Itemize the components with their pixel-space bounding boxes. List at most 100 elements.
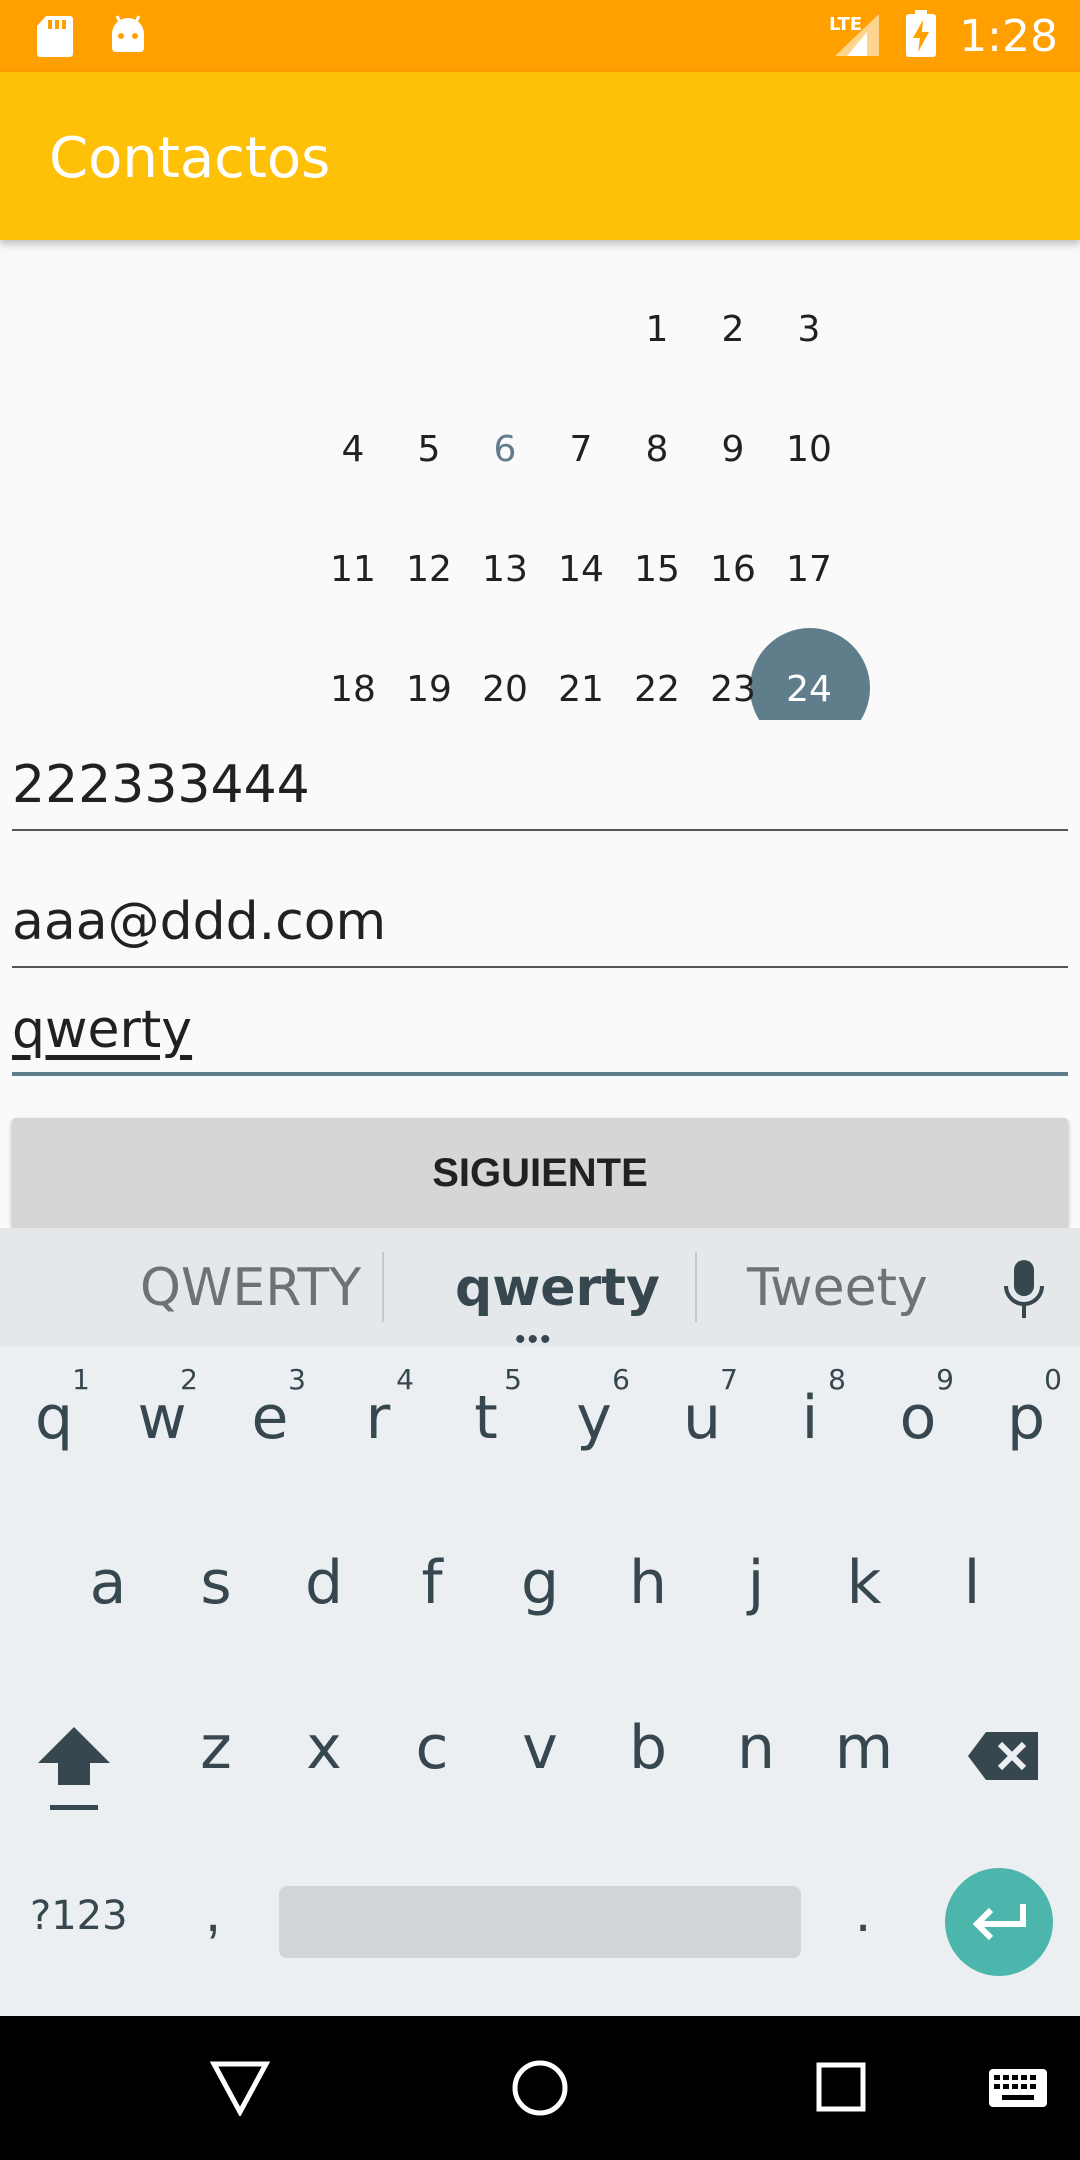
suggestion-divider	[695, 1252, 697, 1322]
calendar-day[interactable]: 5	[391, 428, 467, 472]
key-label: l	[963, 1548, 981, 1618]
calendar-day[interactable]: 9	[695, 428, 771, 472]
calendar-day[interactable]: 16	[695, 548, 771, 592]
key-label: i	[801, 1383, 819, 1453]
key-c[interactable]: c	[378, 1693, 486, 1843]
key-h[interactable]: h	[594, 1528, 702, 1678]
symbols-key[interactable]: ?123	[30, 1893, 128, 1939]
navigation-bar	[0, 2016, 1080, 2160]
calendar-day[interactable]: 20	[467, 668, 543, 712]
enter-key[interactable]	[945, 1868, 1053, 1976]
android-icon	[108, 14, 148, 63]
key-label: u	[682, 1383, 722, 1453]
calendar-day[interactable]: 11	[315, 548, 391, 592]
key-m[interactable]: m	[810, 1693, 918, 1843]
calendar-day[interactable]: 14	[543, 548, 619, 592]
signal-icon: LTE	[827, 10, 883, 63]
key-f[interactable]: f	[378, 1528, 486, 1678]
key-b[interactable]: b	[594, 1693, 702, 1843]
key-z[interactable]: z	[162, 1693, 270, 1843]
key-label: p	[1006, 1383, 1046, 1453]
recents-icon[interactable]	[816, 2062, 866, 2117]
description-field[interactable]: qwerty	[12, 1000, 1068, 1080]
key-n[interactable]: n	[702, 1693, 810, 1843]
key-label: n	[736, 1713, 776, 1783]
calendar-day[interactable]: 18	[315, 668, 391, 712]
key-label: w	[137, 1383, 187, 1453]
calendar-day[interactable]: 4	[315, 428, 391, 472]
calendar-day[interactable]: 7	[543, 428, 619, 472]
calendar-day[interactable]: 15	[619, 548, 695, 592]
key-v[interactable]: v	[486, 1693, 594, 1843]
calendar-day[interactable]: 1	[619, 308, 695, 352]
calendar-day[interactable]: 19	[391, 668, 467, 712]
key-label: x	[306, 1713, 342, 1783]
back-icon[interactable]	[209, 2060, 271, 2121]
key-label: e	[251, 1383, 289, 1453]
calendar-day[interactable]: 6	[467, 428, 543, 472]
key-k[interactable]: k	[810, 1528, 918, 1678]
key-label: j	[747, 1548, 765, 1618]
key-e[interactable]: 3e	[216, 1363, 324, 1513]
calendar-day[interactable]: 23	[695, 668, 771, 712]
key-label: s	[200, 1548, 232, 1618]
calendar-day[interactable]: 3	[771, 308, 847, 352]
key-r[interactable]: 4r	[324, 1363, 432, 1513]
next-button[interactable]: SIGUIENTE	[12, 1118, 1068, 1228]
key-label: v	[522, 1713, 558, 1783]
key-label: g	[520, 1548, 560, 1618]
suggestion-center[interactable]: qwerty	[455, 1258, 660, 1318]
key-j[interactable]: j	[702, 1528, 810, 1678]
calendar-day[interactable]: 13	[467, 548, 543, 592]
shift-key-icon[interactable]	[36, 1723, 112, 1818]
keyboard-switch-icon[interactable]	[988, 2068, 1048, 2113]
phone-field[interactable]: 222333444	[12, 755, 1068, 835]
page-title: Contactos	[49, 126, 331, 191]
key-y[interactable]: 6y	[540, 1363, 648, 1513]
sd-card-icon	[36, 14, 74, 63]
space-bar[interactable]	[279, 1886, 801, 1958]
comma-key[interactable]: ,	[205, 1878, 221, 1945]
home-icon[interactable]	[510, 2058, 570, 2123]
key-label: h	[628, 1548, 668, 1618]
calendar-day[interactable]: 12	[391, 548, 467, 592]
svg-text:LTE: LTE	[829, 14, 862, 35]
key-g[interactable]: g	[486, 1528, 594, 1678]
key-t[interactable]: 5t	[432, 1363, 540, 1513]
key-s[interactable]: s	[162, 1528, 270, 1678]
email-field-underline	[12, 966, 1068, 968]
key-u[interactable]: 7u	[648, 1363, 756, 1513]
suggestion-left[interactable]: QWERTY	[140, 1258, 361, 1318]
calendar-day-selected[interactable]: 24	[771, 668, 847, 712]
key-p[interactable]: 0p	[972, 1363, 1080, 1513]
key-a[interactable]: a	[54, 1528, 162, 1678]
key-d[interactable]: d	[270, 1528, 378, 1678]
status-bar: LTE 1:28	[0, 0, 1080, 72]
calendar-day[interactable]: 21	[543, 668, 619, 712]
email-field[interactable]: aaa@ddd.com	[12, 892, 1068, 972]
battery-charging-icon	[905, 9, 937, 63]
key-label: c	[415, 1713, 449, 1783]
key-q[interactable]: 1q	[0, 1363, 108, 1513]
calendar-day[interactable]: 2	[695, 308, 771, 352]
key-x[interactable]: x	[270, 1693, 378, 1843]
key-i[interactable]: 8i	[756, 1363, 864, 1513]
key-label: d	[304, 1548, 344, 1618]
calendar-day[interactable]: 10	[771, 428, 847, 472]
suggestion-strip: QWERTY qwerty ••• Tweety	[0, 1228, 1080, 1356]
key-label: z	[200, 1713, 232, 1783]
backspace-key-icon[interactable]	[966, 1728, 1042, 1789]
calendar-day[interactable]: 17	[771, 548, 847, 592]
key-label: k	[846, 1548, 882, 1618]
key-label: o	[899, 1383, 937, 1453]
calendar-day[interactable]: 8	[619, 428, 695, 472]
suggestion-right[interactable]: Tweety	[747, 1258, 928, 1318]
calendar-day[interactable]: 22	[619, 668, 695, 712]
key-w[interactable]: 2w	[108, 1363, 216, 1513]
microphone-icon[interactable]	[1000, 1258, 1048, 1327]
description-field-value: qwerty	[12, 1000, 193, 1060]
key-l[interactable]: l	[918, 1528, 1026, 1678]
app-bar: Contactos	[0, 72, 1080, 240]
period-key[interactable]: .	[855, 1878, 871, 1945]
key-o[interactable]: 9o	[864, 1363, 972, 1513]
